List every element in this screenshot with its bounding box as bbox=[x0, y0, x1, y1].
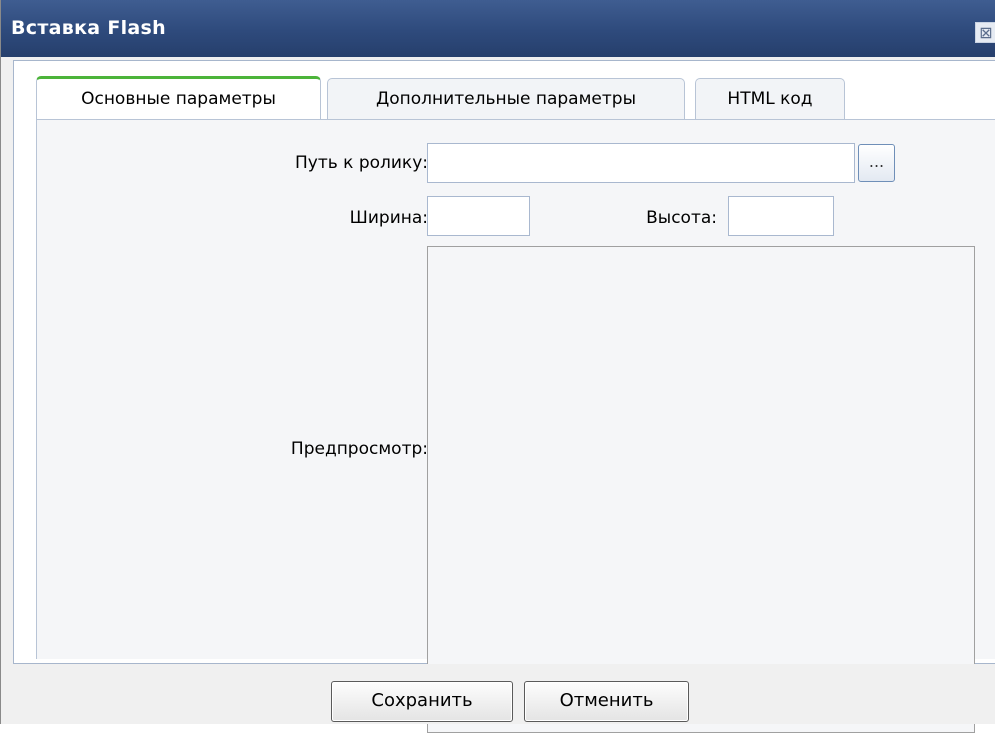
preview-area bbox=[427, 246, 975, 733]
dialog-titlebar[interactable]: Вставка Flash ⊠ bbox=[1, 0, 995, 57]
width-label: Ширина: bbox=[349, 208, 428, 228]
insert-flash-dialog: Вставка Flash ⊠ Основные параметры Допол… bbox=[0, 0, 995, 733]
height-label: Высота: bbox=[646, 208, 717, 228]
path-input[interactable] bbox=[427, 143, 855, 183]
tab-html-code[interactable]: HTML код bbox=[695, 78, 845, 119]
save-button[interactable]: Сохранить bbox=[331, 681, 513, 722]
width-input[interactable] bbox=[427, 196, 530, 236]
browse-button[interactable]: ... bbox=[858, 144, 895, 182]
path-label: Путь к ролику: bbox=[294, 153, 428, 173]
preview-label: Предпросмотр: bbox=[290, 439, 428, 459]
close-icon[interactable]: ⊠ bbox=[975, 22, 995, 43]
cancel-button[interactable]: Отменить bbox=[524, 681, 689, 722]
tab-basic-params[interactable]: Основные параметры bbox=[36, 76, 321, 120]
height-input[interactable] bbox=[728, 196, 834, 236]
tab-strip: Основные параметры Дополнительные параме… bbox=[14, 61, 995, 120]
dialog-body: Основные параметры Дополнительные параме… bbox=[13, 60, 995, 733]
dialog-title: Вставка Flash bbox=[11, 17, 166, 39]
tab-advanced-params[interactable]: Дополнительные параметры bbox=[327, 78, 685, 119]
